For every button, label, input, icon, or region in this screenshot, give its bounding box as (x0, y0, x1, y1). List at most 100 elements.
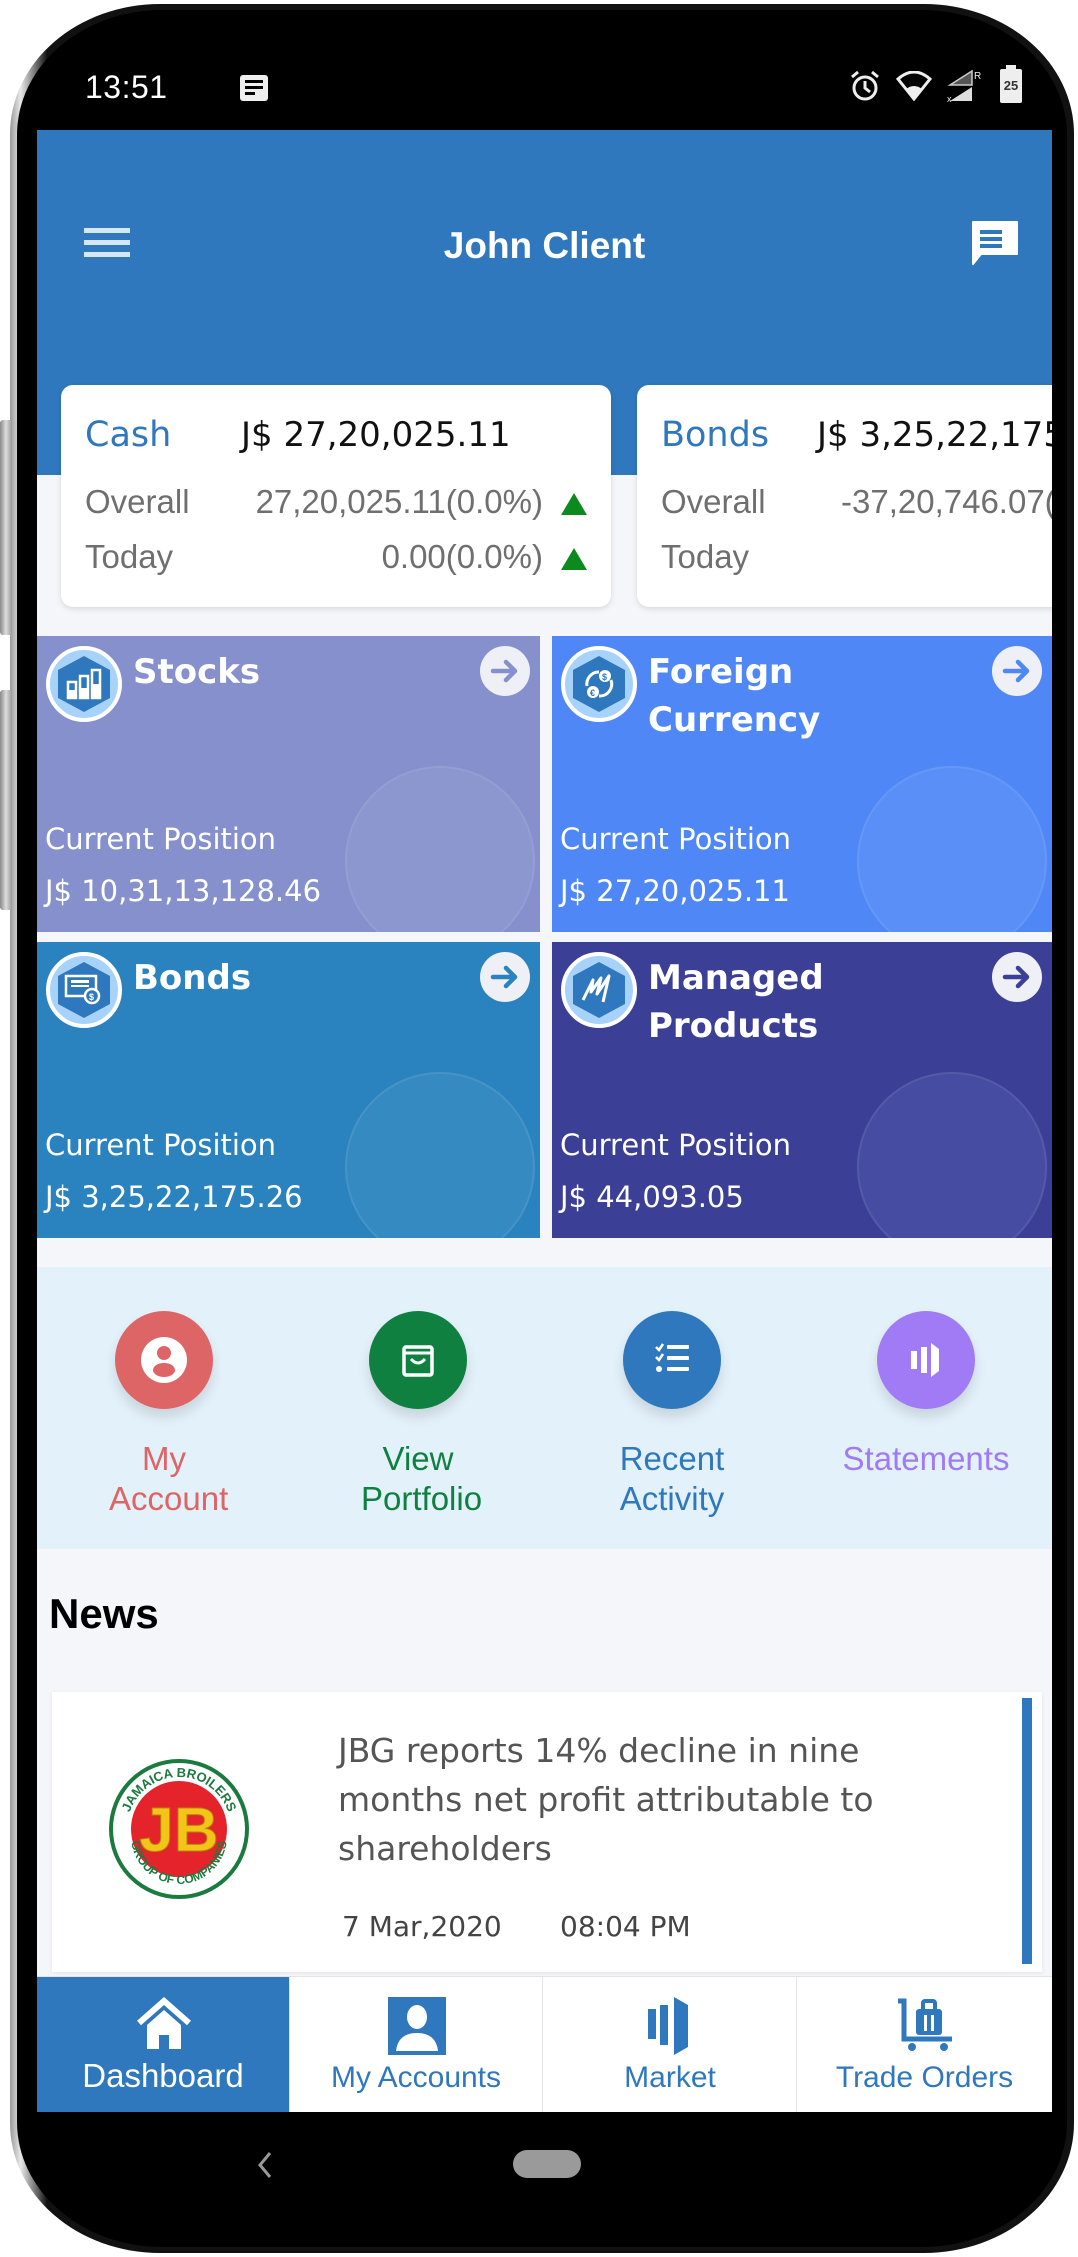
user-account-icon (115, 1311, 213, 1409)
tab-label: Dashboard (82, 2057, 244, 2094)
news-headline[interactable]: JBG reports 14% decline in nine months n… (338, 1726, 978, 1873)
tile-title: Bonds (133, 958, 252, 998)
volume-down-button (0, 690, 12, 910)
bond-watermark-icon (345, 1072, 535, 1238)
account-card-icon (388, 1997, 446, 2055)
tile-label: Current Position (560, 822, 792, 856)
market-icon (648, 1997, 688, 2055)
tile-title: Managed Products (648, 958, 824, 1046)
summary-card-cash[interactable]: Cash J$ 27,20,025.11 Overall 27,20,025.1… (61, 385, 611, 607)
currency-exchange-icon: $ € (561, 646, 637, 722)
tile-value: J$ 44,093.05 (560, 1180, 744, 1214)
quick-action-my-account[interactable]: My Account (37, 1267, 291, 1549)
checklist-icon (623, 1311, 721, 1409)
tile-bonds[interactable]: $ Bonds Current Position J$ 3,25,22,175.… (37, 942, 540, 1238)
home-pill-button[interactable] (513, 2150, 581, 2178)
jamaica-broilers-logo: JAMAICA BROILERS GROUP OF COMPANIES JB (109, 1759, 249, 1899)
arrow-right-icon[interactable] (992, 952, 1042, 1002)
tab-market[interactable]: Market (544, 1977, 797, 2112)
news-time: 08:04 PM (560, 1910, 691, 1943)
stocks-chart-icon (46, 646, 122, 722)
tab-label: Market (624, 2061, 716, 2094)
summary-card-bonds[interactable]: Bonds J$ 3,25,22,175.2 Overall -37,20,74… (637, 385, 1052, 607)
tile-value: J$ 3,25,22,175.26 (45, 1180, 303, 1214)
quick-action-view-portfolio[interactable]: View Portfolio (291, 1267, 545, 1549)
quick-actions: My Account View Portfolio Recent Activit… (37, 1267, 1052, 1549)
tab-my-accounts[interactable]: My Accounts (290, 1977, 543, 2112)
managed-products-icon (561, 952, 637, 1028)
statements-icon (877, 1311, 975, 1409)
quick-action-label: Statements (842, 1440, 1010, 1477)
svg-text:x: x (947, 94, 952, 103)
trend-up-icon (561, 493, 587, 515)
today-row: Today 0.00(0.0%) (85, 538, 587, 576)
trade-cart-icon (898, 1998, 952, 2051)
overall-row: Overall 27,20,025.11(0.0%) (85, 483, 587, 521)
svg-text:$: $ (602, 672, 607, 682)
overall-value: -37,20,746.07(- (841, 483, 1052, 520)
svg-text:€: € (590, 688, 595, 698)
back-chevron-icon[interactable] (254, 2150, 276, 2180)
tile-managed-products[interactable]: Managed Products Current Position J$ 44,… (552, 942, 1052, 1238)
summary-card-amount: J$ 3,25,22,175.2 (817, 415, 1052, 455)
tile-label: Current Position (560, 1128, 792, 1162)
tab-label: My Accounts (330, 2061, 502, 2094)
chat-message-icon[interactable] (969, 218, 1021, 270)
overall-value: 27,20,025.11(0.0%) (255, 483, 543, 520)
quick-action-label: View Portfolio (361, 1440, 483, 1517)
news-section-title: News (49, 1590, 159, 1637)
app-screen: John Client Cash J$ 27,20,025.11 Overall… (37, 130, 1052, 2112)
tile-foreign-currency[interactable]: $ € Foreign Currency Current Position J$… (552, 636, 1052, 932)
trend-up-icon (561, 548, 587, 570)
overall-label: Overall (85, 483, 190, 520)
alarm-icon (851, 70, 879, 101)
overall-row: Overall -37,20,746.07(- (661, 483, 1052, 521)
summary-card-title: Bonds (661, 415, 770, 455)
today-value: 0.00(0.0%) (381, 538, 543, 575)
tile-value: J$ 27,20,025.11 (560, 874, 790, 908)
svg-text:$: $ (89, 992, 94, 1002)
arrow-right-icon[interactable] (480, 646, 530, 696)
bottom-tab-bar: Dashboard My Accounts Market Trade Order… (37, 1976, 1052, 2112)
arrow-right-icon[interactable] (480, 952, 530, 1002)
bond-certificate-icon: $ (46, 952, 122, 1028)
today-label: Today (661, 538, 750, 575)
svg-text:R: R (974, 71, 981, 82)
quick-action-label: Recent Activity (619, 1440, 725, 1517)
tab-label: Trade Orders (835, 2061, 1014, 2094)
notification-icon (240, 75, 268, 101)
summary-card-amount: J$ 27,20,025.11 (241, 415, 511, 455)
news-accent-bar (1022, 1698, 1032, 1964)
svg-text:JB: JB (139, 1796, 218, 1865)
signal-icon: R x (947, 69, 981, 103)
tab-dashboard[interactable]: Dashboard (37, 1977, 290, 2112)
tile-stocks[interactable]: Stocks Current Position J$ 10,31,13,128.… (37, 636, 540, 932)
managed-watermark-icon (857, 1072, 1047, 1238)
quick-action-statements[interactable]: Statements (799, 1267, 1052, 1549)
news-date: 7 Mar,2020 (342, 1910, 502, 1943)
tile-label: Current Position (45, 822, 277, 856)
quick-action-label: My Account (109, 1440, 229, 1517)
status-time: 13:51 (85, 69, 168, 105)
battery-icon: 25 (1000, 65, 1022, 103)
summary-carousel[interactable]: Cash J$ 27,20,025.11 Overall 27,20,025.1… (37, 385, 1052, 610)
wifi-icon (896, 71, 932, 101)
quick-action-recent-activity[interactable]: Recent Activity (545, 1267, 799, 1549)
currency-watermark-icon (857, 766, 1047, 932)
arrow-right-icon[interactable] (992, 646, 1042, 696)
shopping-bag-icon (369, 1311, 467, 1409)
volume-up-button (0, 420, 12, 635)
status-bar: 13:51 R x 25 (37, 55, 1052, 125)
tile-title: Foreign Currency (648, 652, 821, 740)
tile-title: Stocks (133, 652, 261, 692)
page-title: John Client (443, 225, 646, 266)
stocks-watermark-icon (345, 766, 535, 932)
today-label: Today (85, 538, 174, 575)
home-icon (137, 1997, 191, 2049)
tile-label: Current Position (45, 1128, 277, 1162)
news-item[interactable]: JAMAICA BROILERS GROUP OF COMPANIES JB J… (52, 1692, 1042, 1972)
summary-card-title: Cash (85, 415, 172, 455)
overall-label: Overall (661, 483, 766, 520)
tab-trade-orders[interactable]: Trade Orders (798, 1977, 1051, 2112)
status-icons: R x 25 (848, 65, 1022, 103)
